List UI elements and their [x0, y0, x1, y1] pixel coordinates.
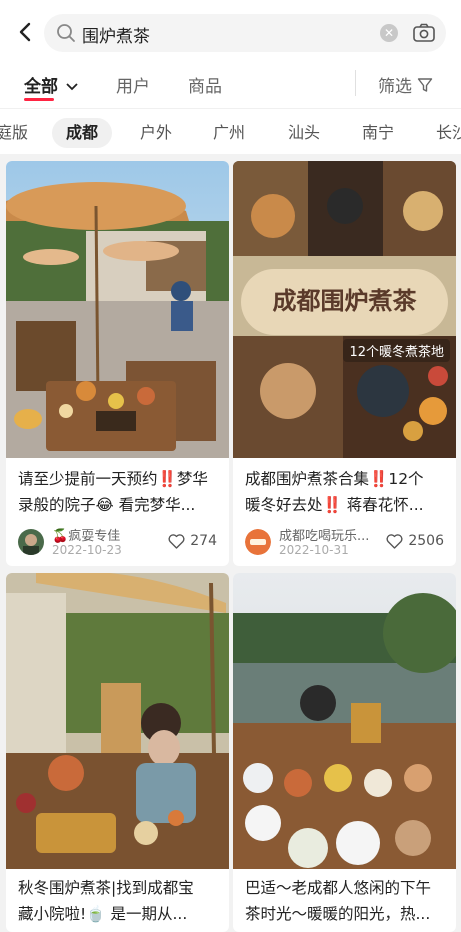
search-input[interactable]: 围炉煮茶: [82, 22, 150, 47]
back-button[interactable]: [12, 18, 40, 46]
overlay-subtitle: 12个暖冬煮茶地: [343, 339, 450, 362]
overlay-title: 成都围炉煮茶: [272, 286, 417, 315]
filter-button[interactable]: 筛选: [378, 72, 433, 97]
chip[interactable]: 庭版: [0, 118, 28, 148]
author-name[interactable]: 🍒疯耍专佳: [52, 525, 120, 544]
note-card[interactable]: 秋冬围炉煮茶|找到成都宝 藏小院啦!🍵 是一期从...: [6, 573, 229, 932]
note-title: 秋冬围炉煮茶|找到成都宝 藏小院啦!🍵 是一期从...: [18, 879, 194, 923]
tab-users[interactable]: 用户: [116, 72, 150, 97]
camera-icon[interactable]: [412, 22, 436, 44]
top-bar: 围炉煮茶 ✕: [0, 0, 461, 64]
note-card[interactable]: 成都围炉煮茶 12个暖冬煮茶地 成都围炉煮茶合集‼️12个 暖冬好去处‼️ 蒋春…: [233, 161, 456, 566]
active-tab-indicator: [24, 98, 54, 101]
note-title: 巴适～老成都人悠闲的下午 茶时光～暖暖的阳光，热...: [245, 879, 432, 923]
heart-icon: [168, 533, 185, 549]
chip[interactable]: 户外: [140, 118, 172, 148]
tabs-divider: [355, 70, 356, 96]
note-cover-image: [233, 573, 456, 869]
double-exclamation-icon: ‼️: [369, 470, 389, 488]
like-button[interactable]: 2506: [386, 533, 444, 549]
note-cover-image: 成都围炉煮茶 12个暖冬煮茶地: [233, 161, 456, 458]
keyword-chips: 庭版 成都 户外 广州 汕头 南宁 长沙: [0, 108, 461, 154]
search-icon: [57, 24, 75, 42]
like-button[interactable]: 274: [168, 533, 217, 549]
filter-icon: [417, 77, 433, 92]
chip-selected[interactable]: 成都: [52, 118, 113, 148]
double-exclamation-icon: ‼️: [322, 496, 342, 514]
clear-icon[interactable]: ✕: [380, 24, 398, 42]
author-avatar[interactable]: [245, 529, 271, 555]
author-name[interactable]: 成都吃喝玩乐...: [279, 525, 369, 544]
teapot-emoji-icon: 🍵: [86, 905, 106, 923]
grinning-emoji-icon: 😂: [95, 496, 114, 514]
post-date: 2022-10-31: [279, 543, 349, 557]
tab-all[interactable]: 全部: [24, 72, 78, 97]
chip[interactable]: 长沙: [436, 118, 461, 148]
chip[interactable]: 汕头: [288, 118, 320, 148]
note-title: 请至少提前一天预约‼️梦华 录般的院子😂 看完梦华...: [18, 470, 208, 514]
note-cover-image: [6, 161, 229, 458]
note-card[interactable]: 请至少提前一天预约‼️梦华 录般的院子😂 看完梦华... 🍒疯耍专佳 2022-…: [6, 161, 229, 566]
search-bar[interactable]: 围炉煮茶 ✕: [44, 14, 446, 52]
chevron-down-icon: [66, 83, 78, 91]
author-avatar[interactable]: [18, 529, 44, 555]
tab-products[interactable]: 商品: [188, 72, 222, 97]
result-tabs: 全部 用户 商品 筛选: [0, 64, 461, 108]
heart-icon: [386, 533, 403, 549]
double-exclamation-icon: ‼️: [157, 470, 177, 488]
chip[interactable]: 广州: [213, 118, 245, 148]
chevron-left-icon: [19, 22, 31, 42]
cherries-emoji-icon: 🍒: [52, 529, 69, 544]
post-date: 2022-10-23: [52, 543, 122, 557]
note-card[interactable]: 巴适～老成都人悠闲的下午 茶时光～暖暖的阳光，热...: [233, 573, 456, 932]
chip[interactable]: 南宁: [362, 118, 394, 148]
note-cover-image: [6, 573, 229, 869]
note-title: 成都围炉煮茶合集‼️12个 暖冬好去处‼️ 蒋春花怀...: [245, 470, 424, 514]
